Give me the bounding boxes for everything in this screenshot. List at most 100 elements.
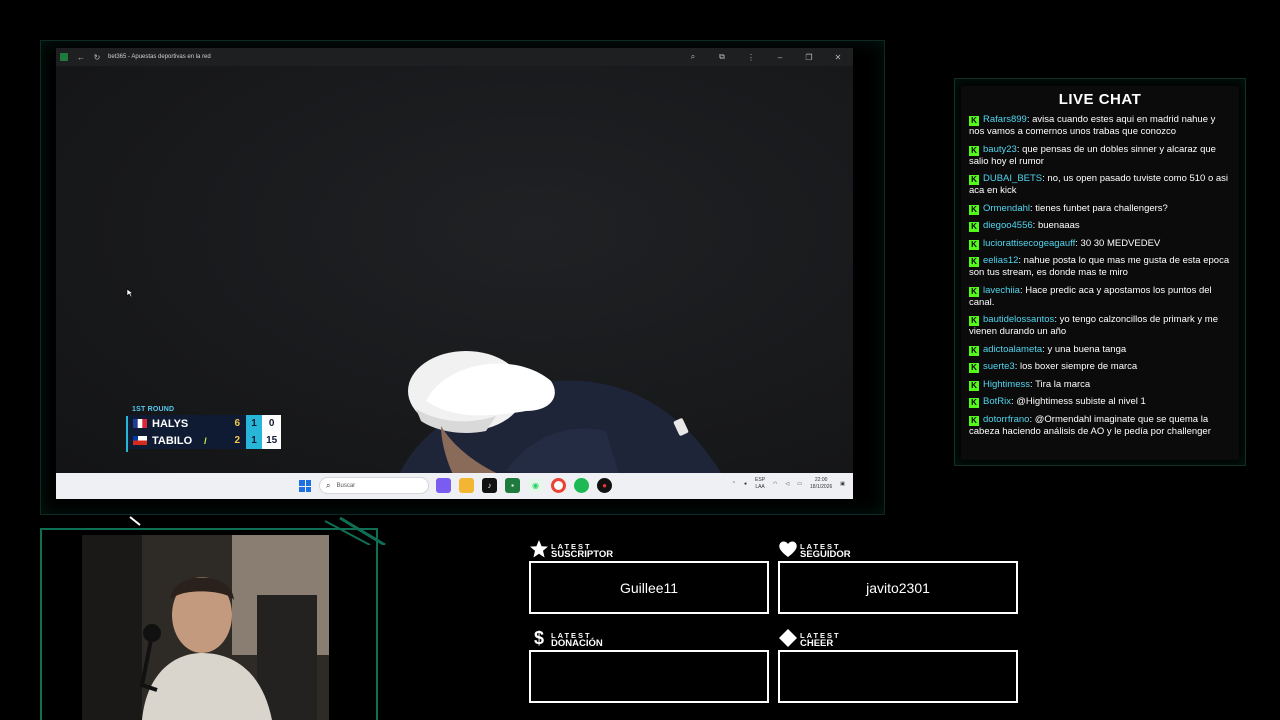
mouse-cursor-icon <box>126 288 134 298</box>
chat-username[interactable]: eelias12 <box>983 255 1018 266</box>
kick-badge-icon: K <box>969 415 979 426</box>
taskbar-search[interactable]: ⌕ Buscar <box>319 477 429 494</box>
chevron-up-icon[interactable]: ⌃ <box>732 481 736 487</box>
chat-message: K Hightimess: Tira la marca <box>969 379 1231 391</box>
dollar-icon: $ <box>533 627 544 648</box>
browser-title: bet365 - Apuestas deportivas en la red <box>108 54 211 60</box>
star-icon <box>530 540 548 558</box>
latest-seguidor-value: javito2301 <box>778 561 1018 614</box>
zoom-icon[interactable]: ⌕ <box>688 52 698 62</box>
chat-username[interactable]: Ormendahl <box>983 203 1030 214</box>
wifi-icon[interactable]: ◠ <box>773 481 777 487</box>
kick-badge-icon: K <box>969 145 979 156</box>
chat-message: Kbauty23: que pensas de un dobles sinner… <box>969 143 1216 167</box>
bet365-app-icon[interactable]: ▪ <box>505 478 520 493</box>
menu-icon[interactable]: ⋮ <box>746 52 756 62</box>
clock[interactable]: 22:00 18/1/2026 <box>810 477 832 491</box>
chat-message: Keelias12: nahue posta lo que mas me gus… <box>969 255 1230 278</box>
chat-title: LIVE CHAT <box>1058 91 1142 108</box>
kick-badge-icon: K <box>969 286 979 297</box>
chat-username[interactable]: dotorrfrano <box>983 414 1029 425</box>
app-icon[interactable]: ● <box>597 478 612 493</box>
chrome-icon[interactable] <box>551 478 566 493</box>
whatsapp-icon[interactable]: ◉ <box>528 478 543 493</box>
file-explorer-icon[interactable] <box>459 478 474 493</box>
language-indicator[interactable]: ESP LAA <box>755 477 765 491</box>
chat-text: Tira la marca <box>1035 378 1091 390</box>
chat-username[interactable]: Rafars899 <box>983 114 1027 125</box>
chat-message: Klavechiia: Hace predic aca y apostamos … <box>969 284 1212 308</box>
chat-message: Kbautidelossantos: yo tengo calzoncillos… <box>969 314 1218 337</box>
chat-username[interactable]: luciorattisecogeagauff <box>983 238 1075 249</box>
kick-badge-icon: K <box>969 398 979 408</box>
latest-seguidor-widget: LATEST SEGUIDOR javito2301 <box>778 537 1018 614</box>
close-icon[interactable]: ✕ <box>833 52 843 62</box>
chat-text: y una buena tanga <box>1047 343 1127 355</box>
kick-badge-icon: K <box>969 257 979 267</box>
player-name: HALYS <box>152 417 189 430</box>
heart-icon <box>779 541 797 557</box>
score-row-halys: HALYS 6 1 0 <box>126 415 281 432</box>
chat-username[interactable]: diegoo4556 <box>983 220 1033 231</box>
back-icon[interactable]: ← <box>76 52 86 62</box>
chat-message: Kluciorattisecogeagauff: 30 30 MEDVEDEV <box>969 238 1231 250</box>
bet365-favicon-icon <box>60 53 68 61</box>
chat-messages: K Rafars899: avisa cuando estes aqui en m… <box>969 114 1231 438</box>
france-flag-icon <box>133 419 147 428</box>
chat-message: Kadictoalameta: y una buena tanga <box>969 344 1231 356</box>
system-tray: ⌃ ● ESP LAA ◠ ◁ ▭ 22:00 18/1/2026 ▣ <box>732 477 845 491</box>
scoreboard: 1ST ROUND HALYS 6 1 0 TABILO / 2 1 15 <box>126 406 281 452</box>
search-placeholder: Buscar <box>336 482 356 489</box>
current-set-score: 1 <box>245 415 263 432</box>
latest-suscriptor-value: Guillee11 <box>529 561 769 614</box>
stream-overlay: ← ↻ bet365 - Apuestas deportivas en la r… <box>0 0 1280 720</box>
kick-badge-icon: K <box>969 363 979 373</box>
chat-message: K Ormendahl: tienes funbet para challenge… <box>969 203 1231 215</box>
minimize-icon[interactable]: – <box>775 52 785 62</box>
chat-text: 30 30 MEDVEDEV <box>1080 237 1161 249</box>
chat-username[interactable]: bautidelossantos <box>983 314 1054 325</box>
chat-username[interactable]: suerte3 <box>983 361 1015 372</box>
windows-taskbar: ⌕ Buscar ♪ ▪ ◉ ● ⌃ ● ESP LAA ◠ ◁ ▭ 22:00… <box>56 473 853 499</box>
chat-username[interactable]: lavechiia <box>983 285 1020 296</box>
chat-username[interactable]: bauty23 <box>983 144 1017 155</box>
browser-titlebar: ← ↻ bet365 - Apuestas deportivas en la r… <box>56 48 853 66</box>
volume-icon[interactable]: ◁ <box>785 481 789 487</box>
current-set-score: 1 <box>245 432 263 449</box>
chat-message: Kdotorrfrano: @Ormendahl imaginate que s… <box>969 413 1211 437</box>
chat-username[interactable]: BotRix <box>983 396 1011 407</box>
score-row-tabilo: TABILO / 2 1 15 <box>126 432 281 449</box>
restore-icon[interactable]: ❐ <box>804 52 814 62</box>
chat-text: @Hightimess subiste al nivel 1 <box>1016 396 1146 407</box>
kick-badge-icon: K <box>969 204 979 215</box>
spotify-icon[interactable] <box>574 478 589 493</box>
extensions-icon[interactable]: ⧉ <box>717 52 727 62</box>
chat-text: tienes funbet para challengers? <box>1035 202 1168 214</box>
chat-message: Ksuerte3: los boxer siempre de marca <box>969 361 1231 373</box>
reload-icon[interactable]: ↻ <box>92 52 102 62</box>
chat-username[interactable]: adictoalameta <box>983 344 1042 355</box>
microphone-icon[interactable]: ● <box>744 481 747 487</box>
taskbar-apps: ♪ ▪ ◉ ● <box>436 478 612 493</box>
chat-username[interactable]: DUBAI_BETS <box>983 173 1042 184</box>
chat-message: K Rafars899: avisa cuando estes aqui en m… <box>969 114 1216 137</box>
game-points: 0 <box>262 415 281 432</box>
kick-badge-icon: K <box>969 345 979 356</box>
tennis-video[interactable]: 1ST ROUND HALYS 6 1 0 TABILO / 2 1 15 <box>56 66 853 473</box>
chile-flag-icon <box>133 436 147 445</box>
windows-start-icon[interactable] <box>299 480 311 492</box>
latest-donacion-widget: $ LATEST DONACIÓN <box>529 626 769 703</box>
latest-cheer-widget: LATEST CHEER <box>778 626 1018 703</box>
kick-badge-icon: K <box>969 116 979 126</box>
latest-donacion-value <box>529 650 769 703</box>
tennis-player-image <box>399 351 722 473</box>
copilot-icon[interactable] <box>436 478 451 493</box>
battery-icon[interactable]: ▭ <box>797 481 802 487</box>
chat-message: Kdiegoo4556: buenaaas <box>969 220 1231 232</box>
notifications-icon[interactable]: ▣ <box>840 481 845 487</box>
latest-cheer-value <box>778 650 1018 703</box>
chat-message: K BotRix: @Hightimess subiste al nivel 1 <box>969 396 1231 408</box>
browser-window: ← ↻ bet365 - Apuestas deportivas en la r… <box>56 48 853 499</box>
chat-username[interactable]: Hightimess <box>983 379 1030 390</box>
tiktok-icon[interactable]: ♪ <box>482 478 497 493</box>
